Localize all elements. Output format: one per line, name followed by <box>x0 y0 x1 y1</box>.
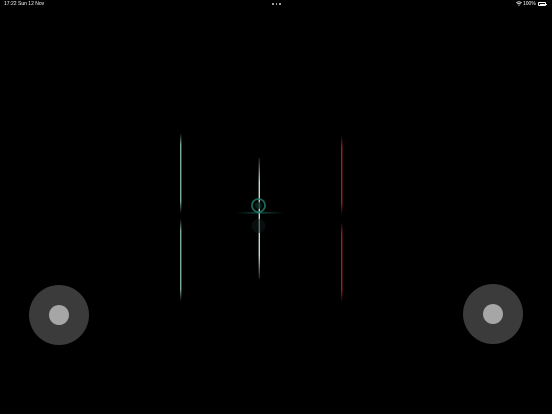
game-screen[interactable]: 17:22 Sun 12 Nov 100% <box>0 0 552 414</box>
center-white-line <box>258 158 260 279</box>
right-red-line <box>341 135 343 302</box>
game-scene <box>180 133 343 302</box>
left-joystick[interactable] <box>29 285 89 345</box>
left-joystick-knob[interactable] <box>49 305 69 325</box>
right-joystick-knob[interactable] <box>483 304 503 324</box>
left-teal-line <box>180 133 182 301</box>
right-joystick[interactable] <box>463 284 523 344</box>
